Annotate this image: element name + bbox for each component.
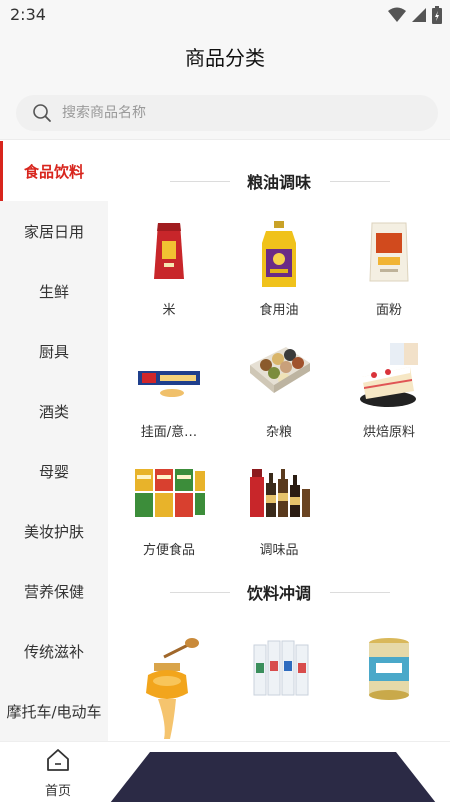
cake-icon xyxy=(360,343,418,407)
honey-jar-icon xyxy=(146,638,199,739)
category-item-grains[interactable]: 杂粮 xyxy=(224,341,334,451)
sidebar-item-fresh[interactable]: 生鲜 xyxy=(0,261,108,321)
flour-bag-icon xyxy=(369,222,409,282)
category-item-honey[interactable] xyxy=(114,635,224,741)
home-icon xyxy=(47,749,69,771)
category-item-label: 调味品 xyxy=(259,543,299,558)
tab-bar-decoration xyxy=(110,752,436,802)
pasta-box-icon xyxy=(138,371,200,397)
category-item-pasta[interactable]: 挂面/意… xyxy=(114,341,224,451)
category-item-cooking-oil[interactable]: 食用油 xyxy=(224,219,334,329)
category-item-label: 挂面/意… xyxy=(140,425,198,440)
sidebar-item-label: 家居日用 xyxy=(23,222,84,241)
bottom-tab-bar: 首页 xyxy=(0,741,450,802)
category-item-baking[interactable]: 烘焙原料 xyxy=(334,341,444,451)
category-item-label: 方便食品 xyxy=(142,543,195,558)
category-item-condiments[interactable]: 调味品 xyxy=(224,459,334,569)
sidebar-item-label: 传统滋补 xyxy=(23,642,84,661)
search-icon xyxy=(33,104,51,122)
category-item-rice[interactable]: 米 xyxy=(114,219,224,329)
category-item-flour[interactable]: 面粉 xyxy=(334,219,444,329)
divider xyxy=(170,592,230,593)
status-icons xyxy=(388,6,442,24)
grains-tray-icon xyxy=(250,347,310,393)
milk-bottles-icon xyxy=(253,640,309,696)
sidebar-item-label: 母婴 xyxy=(38,462,69,481)
category-item-label: 米 xyxy=(162,303,176,318)
sidebar-item-beauty[interactable]: 美妆护肤 xyxy=(0,501,108,561)
tab-home-label: 首页 xyxy=(44,784,71,799)
header: 商品分类 xyxy=(0,30,450,86)
search-bar xyxy=(0,86,450,140)
section-title-text: 饮料冲调 xyxy=(246,584,311,603)
sidebar-item-label: 酒类 xyxy=(38,402,69,421)
sidebar-item-label: 厨具 xyxy=(38,342,69,361)
sidebar-item-tonic[interactable]: 传统滋补 xyxy=(0,621,108,681)
sidebar-item-baby[interactable]: 母婴 xyxy=(0,441,108,501)
status-time: 2:34 xyxy=(10,5,46,24)
sidebar-item-label: 美妆护肤 xyxy=(23,522,84,541)
page-title: 商品分类 xyxy=(185,46,265,70)
category-item-label: 食用油 xyxy=(259,303,299,318)
divider xyxy=(170,181,230,182)
condiment-bottles-icon xyxy=(250,469,310,517)
category-item-milk-powder[interactable] xyxy=(334,635,444,741)
sidebar-item-household[interactable]: 家居日用 xyxy=(0,201,108,261)
category-content: 粮油调味 米 食用油 面粉 挂面/意… 杂粮 烘焙原料 方便食品 调味品 饮料冲… xyxy=(108,141,450,741)
tab-home[interactable]: 首页 xyxy=(28,748,88,799)
sidebar-item-food-drink[interactable]: 食品饮料 xyxy=(0,141,108,201)
sidebar-item-label: 营养保健 xyxy=(23,582,84,601)
wifi-icon xyxy=(388,7,406,22)
search-box[interactable] xyxy=(16,95,438,131)
sidebar-item-liquor[interactable]: 酒类 xyxy=(0,381,108,441)
sidebar-item-label: 摩托车/电动车 xyxy=(6,702,102,721)
oil-bottle-icon xyxy=(262,221,296,287)
sidebar-item-label: 生鲜 xyxy=(38,282,69,301)
section-title: 粮油调味 xyxy=(108,169,450,193)
divider xyxy=(330,181,390,182)
category-item-instant-food[interactable]: 方便食品 xyxy=(114,459,224,569)
milk-powder-can-icon xyxy=(369,638,409,700)
signal-icon xyxy=(412,8,426,22)
category-item-label: 面粉 xyxy=(375,303,402,318)
category-sidebar: 食品饮料 家居日用 生鲜 厨具 酒类 母婴 美妆护肤 营养保健 传统滋补 摩托车… xyxy=(0,141,108,741)
sidebar-item-label: 食品饮料 xyxy=(23,162,84,181)
section-title: 饮料冲调 xyxy=(108,580,450,604)
search-input[interactable] xyxy=(62,95,422,131)
battery-icon xyxy=(432,6,442,24)
category-item-label: 烘焙原料 xyxy=(362,425,415,440)
divider xyxy=(330,592,390,593)
instant-noodles-icon xyxy=(135,469,205,517)
sidebar-item-vehicles[interactable]: 摩托车/电动车 xyxy=(0,681,108,741)
section-title-text: 粮油调味 xyxy=(246,173,311,192)
status-bar: 2:34 xyxy=(0,0,450,30)
rice-bag-icon xyxy=(154,223,184,279)
category-item-milk[interactable] xyxy=(224,635,334,741)
sidebar-item-kitchenware[interactable]: 厨具 xyxy=(0,321,108,381)
sidebar-item-health[interactable]: 营养保健 xyxy=(0,561,108,621)
category-item-label: 杂粮 xyxy=(265,425,292,440)
